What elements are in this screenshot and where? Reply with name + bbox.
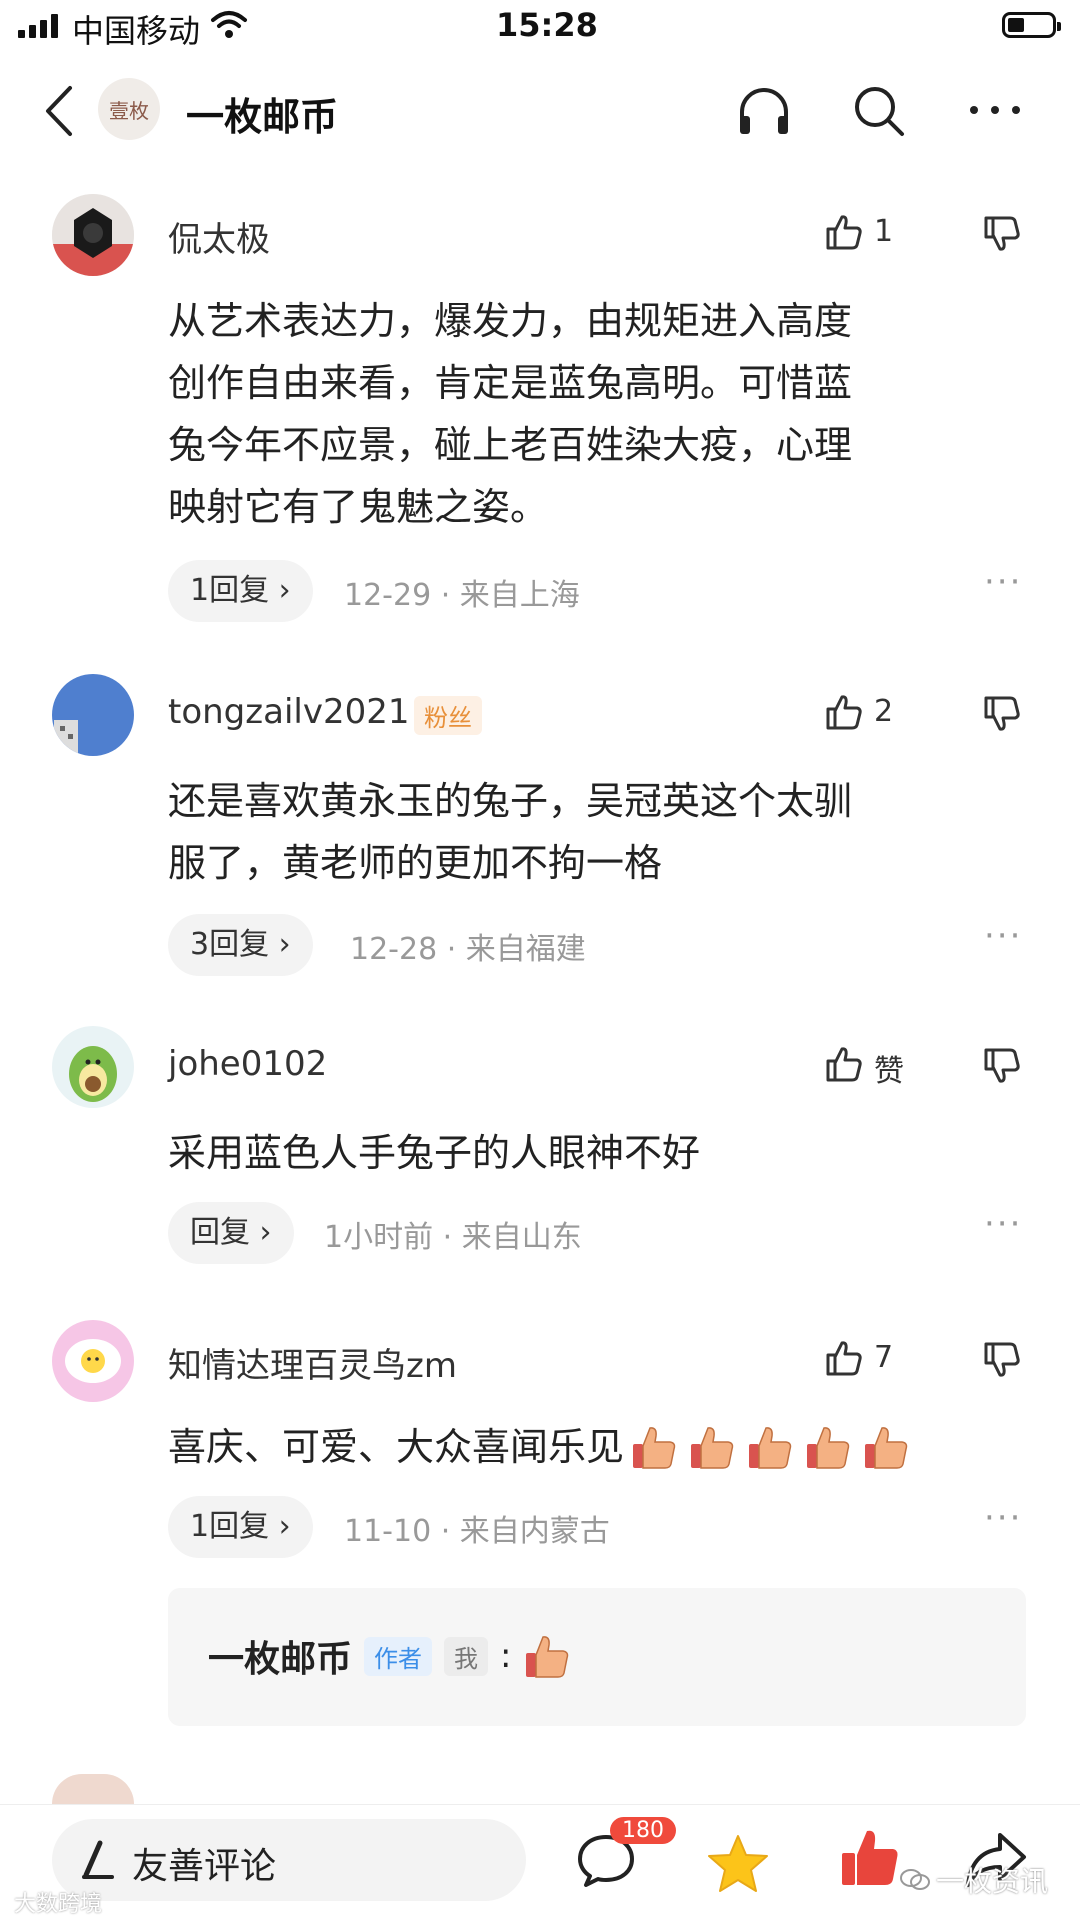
comment-location: 来自上海	[459, 578, 580, 613]
comment-meta: 11-10 · 来自内蒙古	[344, 1514, 610, 1549]
comment-date: 1小时前	[324, 1220, 434, 1255]
channel-avatar[interactable]: 壹枚	[98, 78, 160, 140]
comment-date: 12-28	[350, 932, 438, 967]
thumbs-up-emoji-icon	[630, 1424, 910, 1470]
like-count: 2	[874, 694, 894, 729]
comment-item: 知情达理百灵鸟zm 7 喜庆、可爱、大众喜闻乐见 1回复 › 11-10 · 来…	[0, 1316, 1080, 1566]
like-count: 赞	[874, 1054, 904, 1089]
comment-location: 来自内蒙古	[459, 1514, 610, 1549]
reply-button[interactable]: 1回复 ›	[168, 560, 313, 622]
comment-meta: 12-28 · 来自福建	[350, 932, 586, 967]
signal-icon	[18, 14, 64, 38]
page-title: 一枚邮币	[186, 95, 339, 139]
comment-username[interactable]: 知情达理百灵鸟zm	[168, 1338, 457, 1387]
headphones-icon[interactable]	[736, 84, 792, 138]
wechat-icon	[900, 1869, 930, 1890]
comment-text: 还是喜欢黄永玉的兔子，吴冠英这个太驯服了，黄老师的更加不拘一格	[168, 779, 853, 885]
comment-item: tongzailv2021 粉丝 2 还是喜欢黄永玉的兔子，吴冠英这个太驯服了，…	[0, 670, 1080, 990]
comment-input[interactable]: 友善评论	[52, 1819, 526, 1901]
thumbs-up-icon[interactable]	[824, 1044, 864, 1084]
avatar[interactable]	[52, 674, 134, 756]
avatar[interactable]	[52, 194, 134, 276]
pen-icon	[82, 1840, 114, 1879]
comment-input-placeholder: 友善评论	[132, 1846, 277, 1887]
author-badge: 作者	[364, 1636, 433, 1676]
carrier-label: 中国移动	[72, 12, 201, 50]
comment-meta: 1小时前 · 来自山东	[324, 1220, 582, 1255]
comment-text: 喜庆、可爱、大众喜闻乐见	[168, 1425, 625, 1469]
comment-username[interactable]: johe0102	[168, 1044, 327, 1084]
status-time: 15:28	[496, 6, 598, 44]
wifi-icon	[211, 11, 247, 38]
thumbs-down-icon[interactable]	[982, 1046, 1022, 1086]
comment-date: 12-29	[344, 578, 432, 613]
comment-text: 从艺术表达力，爆发力，由规矩进入高度创作自由来看，肯定是蓝兔高明。可惜蓝兔今年不…	[168, 299, 853, 529]
watermark-left-text: 大数跨境	[14, 1892, 103, 1917]
comment-more-icon[interactable]: ···	[984, 1204, 1022, 1244]
battery-icon	[1002, 12, 1061, 38]
comment-username[interactable]: 侃太极	[168, 212, 270, 261]
thumbs-up-icon[interactable]	[824, 692, 864, 732]
thumbs-down-icon[interactable]	[982, 1340, 1022, 1380]
back-arrow-icon[interactable]	[42, 84, 76, 138]
watermark-right: 一枚资讯	[900, 1860, 1048, 1900]
comment-text: 采用蓝色人手兔子的人眼神不好	[168, 1131, 701, 1175]
comment-more-icon[interactable]: ···	[984, 916, 1022, 956]
comment-more-icon[interactable]: ···	[984, 562, 1022, 602]
like-count: 1	[874, 214, 894, 249]
thumbs-up-icon[interactable]	[824, 212, 864, 252]
comment-item: johe0102 赞 采用蓝色人手兔子的人眼神不好 回复 › 1小时前 · 来自…	[0, 1022, 1080, 1272]
comment-meta: 12-29 · 来自上海	[344, 578, 580, 613]
reply-button[interactable]: 3回复 ›	[168, 914, 313, 976]
thumbs-down-icon[interactable]	[982, 694, 1022, 734]
comment-location: 来自山东	[461, 1220, 582, 1255]
reply-button[interactable]: 1回复 ›	[168, 1496, 313, 1558]
star-icon[interactable]	[706, 1833, 770, 1895]
sub-reply-box[interactable]: 一枚邮币 作者 我 :	[168, 1588, 1026, 1726]
watermark-left: 大数跨境	[14, 1886, 102, 1918]
me-badge: 我	[444, 1636, 489, 1676]
comment-count-badge: 180	[610, 1817, 676, 1844]
sub-reply-username[interactable]: 一枚邮币	[208, 1630, 352, 1682]
avatar[interactable]	[52, 1320, 134, 1402]
avatar[interactable]	[52, 1026, 134, 1108]
more-icon[interactable]	[968, 104, 1022, 116]
thumbs-down-icon[interactable]	[982, 214, 1022, 254]
sub-reply-row: 一枚邮币 作者 我 :	[208, 1630, 571, 1682]
comment-item: 侃太极 1 从艺术表达力，爆发力，由规矩进入高度创作自由来看，肯定是蓝兔高明。可…	[0, 190, 1080, 630]
thumbs-up-emoji-icon	[526, 1636, 569, 1678]
like-count: 7	[874, 1340, 894, 1375]
like-filled-icon[interactable]	[840, 1827, 900, 1889]
reply-button[interactable]: 回复 ›	[168, 1202, 294, 1264]
watermark-right-text: 一枚资讯	[936, 1865, 1049, 1898]
comment-text-row: 喜庆、可爱、大众喜闻乐见	[168, 1416, 910, 1478]
comment-more-icon[interactable]: ···	[984, 1498, 1022, 1538]
channel-avatar-text: 壹枚	[109, 98, 149, 123]
comment-location: 来自福建	[465, 932, 586, 967]
thumbs-up-icon[interactable]	[824, 1338, 864, 1378]
avatar[interactable]	[52, 1774, 134, 1804]
comment-username[interactable]: tongzailv2021	[168, 692, 410, 732]
sub-reply-colon: :	[500, 1636, 512, 1676]
search-icon[interactable]	[852, 84, 906, 138]
comment-date: 11-10	[344, 1514, 432, 1549]
fan-badge: 粉丝	[414, 696, 482, 735]
